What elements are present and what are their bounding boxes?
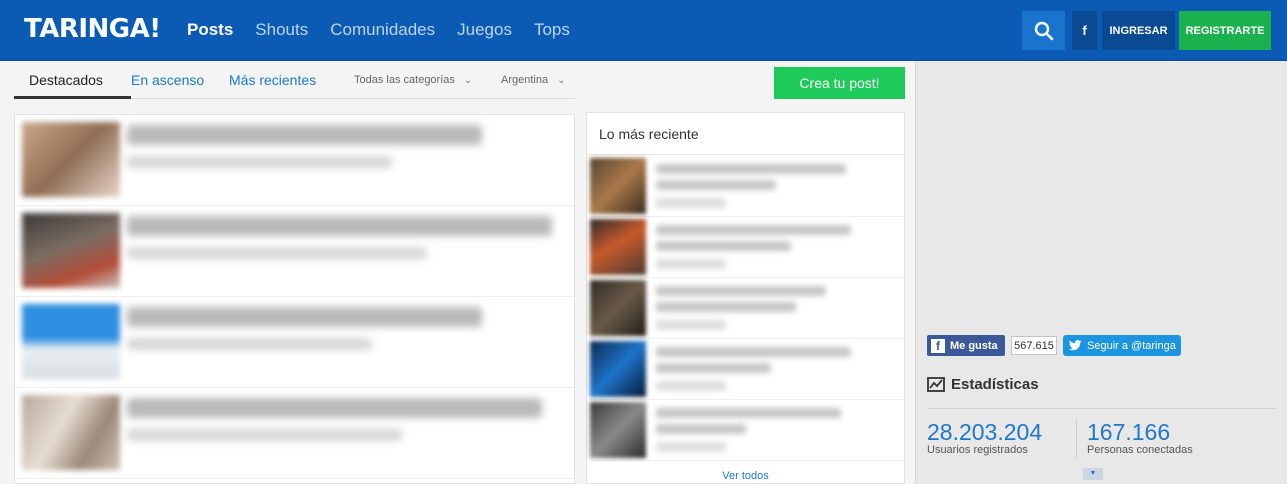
recent-item-meta: [656, 381, 726, 391]
recent-item-title: [656, 164, 846, 174]
post-list: [14, 114, 576, 484]
facebook-like-count: 567.615: [1011, 336, 1057, 355]
stat-divider: [1076, 419, 1077, 459]
twitter-follow-label: Seguir a @taringa: [1087, 339, 1176, 352]
post-item[interactable]: [15, 206, 576, 297]
recent-item[interactable]: [590, 217, 904, 278]
right-sidebar: f Me gusta 567.615 Seguir a @taringa Est…: [915, 61, 1287, 484]
recent-item[interactable]: [590, 400, 904, 461]
post-meta: [127, 338, 372, 350]
taringa-logo[interactable]: TARINGA!: [24, 14, 161, 44]
recent-thumbnail: [590, 158, 646, 214]
recent-item-title: [656, 286, 826, 296]
category-filter-label: Todas las categorías: [354, 74, 455, 86]
login-button[interactable]: INGRESAR: [1102, 11, 1175, 50]
twitter-icon: [1069, 340, 1082, 351]
facebook-login-button[interactable]: f: [1072, 11, 1097, 50]
nav-juegos[interactable]: Juegos: [457, 20, 512, 40]
nav-tops[interactable]: Tops: [534, 20, 570, 40]
registered-users-label: Usuarios registrados: [927, 444, 1028, 456]
facebook-like-label: Me gusta: [950, 339, 998, 352]
nav-comunidades[interactable]: Comunidades: [330, 20, 435, 40]
recent-thumbnail: [590, 402, 646, 458]
post-thumbnail: [22, 122, 120, 197]
create-post-button[interactable]: Crea tu post!: [774, 67, 905, 99]
chart-line-icon: [927, 377, 945, 392]
tab-destacados[interactable]: Destacados: [29, 72, 103, 88]
divider: [927, 408, 1277, 409]
post-item[interactable]: [15, 297, 576, 388]
country-filter[interactable]: Argentina ⌄: [501, 74, 565, 86]
post-meta: [127, 247, 427, 259]
post-thumbnail: [22, 304, 120, 379]
recent-thumbnail: [590, 341, 646, 397]
post-meta: [127, 156, 392, 168]
facebook-icon: f: [931, 338, 945, 353]
nav-shouts[interactable]: Shouts: [255, 20, 308, 40]
post-item[interactable]: [15, 388, 576, 479]
see-all-link[interactable]: Ver todos: [587, 470, 904, 482]
online-users-value: 167.166: [1087, 419, 1171, 445]
recent-item-title: [656, 424, 746, 434]
post-item[interactable]: [15, 115, 576, 206]
recent-item-title: [656, 180, 776, 190]
online-users-label: Personas conectadas: [1087, 444, 1193, 456]
recent-item-title: [656, 408, 841, 418]
recent-item-title: [656, 347, 851, 357]
post-title: [127, 125, 482, 145]
post-thumbnail: [22, 213, 120, 288]
recent-item-title: [656, 225, 851, 235]
post-title: [127, 216, 552, 236]
recent-item[interactable]: [590, 156, 904, 217]
main-nav: Posts Shouts Comunidades Juegos Tops: [187, 20, 592, 40]
recent-thumbnail: [590, 219, 646, 275]
registered-users-value: 28.203.204: [927, 419, 1043, 445]
post-tabs: Destacados En ascenso Más recientes Toda…: [14, 61, 575, 99]
recent-item[interactable]: [590, 339, 904, 400]
chevron-down-icon: ⌄: [557, 75, 566, 86]
nav-posts[interactable]: Posts: [187, 20, 233, 40]
recent-item-meta: [656, 259, 726, 269]
recent-header: Lo más reciente: [587, 113, 904, 155]
post-title: [127, 398, 542, 418]
chevron-down-icon: ⌄: [463, 75, 473, 86]
facebook-like-button[interactable]: f Me gusta: [927, 335, 1005, 356]
search-button[interactable]: [1022, 11, 1065, 50]
recent-item[interactable]: [590, 278, 904, 339]
active-tab-indicator: [14, 96, 131, 99]
stats-title: Estadísticas: [951, 376, 1039, 393]
recent-item-meta: [656, 320, 726, 330]
post-thumbnail: [22, 395, 120, 470]
recent-item-meta: [656, 198, 726, 208]
register-button[interactable]: REGISTRARTE: [1179, 11, 1271, 50]
tab-en-ascenso[interactable]: En ascenso: [131, 72, 204, 88]
recent-item-title: [656, 363, 771, 373]
main-content: Destacados En ascenso Más recientes Toda…: [0, 61, 915, 484]
recent-title: Lo más reciente: [599, 126, 699, 142]
post-meta: [127, 429, 402, 441]
tab-mas-recientes[interactable]: Más recientes: [229, 72, 316, 88]
search-icon: [1034, 21, 1053, 40]
recent-item-title: [656, 241, 791, 251]
recent-item-meta: [656, 442, 726, 452]
top-header: TARINGA! Posts Shouts Comunidades Juegos…: [0, 0, 1287, 61]
post-title: [127, 307, 482, 327]
recent-item-title: [656, 302, 796, 312]
country-filter-label: Argentina: [501, 74, 549, 86]
stats-heading: Estadísticas: [927, 376, 1039, 393]
expand-toggle[interactable]: ▼: [1083, 468, 1103, 480]
twitter-follow-button[interactable]: Seguir a @taringa: [1063, 335, 1181, 356]
category-filter[interactable]: Todas las categorías ⌄: [354, 74, 472, 86]
recent-panel: Lo más reciente Ver todos: [586, 112, 905, 484]
recent-thumbnail: [590, 280, 646, 336]
